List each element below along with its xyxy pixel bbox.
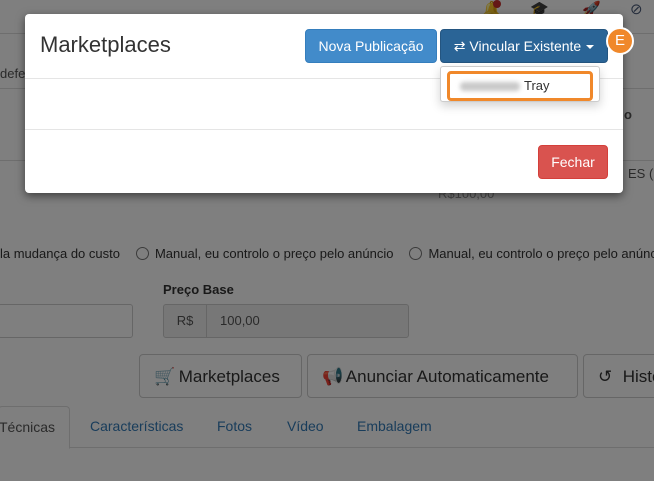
link-existing-dropdown: Tray (440, 66, 600, 102)
exchange-icon: ⇄ (453, 38, 466, 54)
dropdown-item-tray[interactable]: Tray (447, 71, 593, 101)
step-marker-badge: E (606, 27, 634, 55)
dropdown-item-label: Tray (524, 78, 550, 93)
close-button[interactable]: Fechar (538, 145, 608, 179)
new-publication-button[interactable]: Nova Publicação (305, 29, 437, 63)
redacted-text (460, 82, 520, 92)
caret-down-icon (586, 45, 595, 49)
modal-title: Marketplaces (40, 32, 171, 57)
link-existing-label: Vincular Existente (469, 38, 582, 54)
link-existing-button[interactable]: ⇄ Vincular Existente (440, 29, 608, 63)
marketplaces-modal: Marketplaces Nova Publicação ⇄ Vincular … (25, 14, 623, 193)
